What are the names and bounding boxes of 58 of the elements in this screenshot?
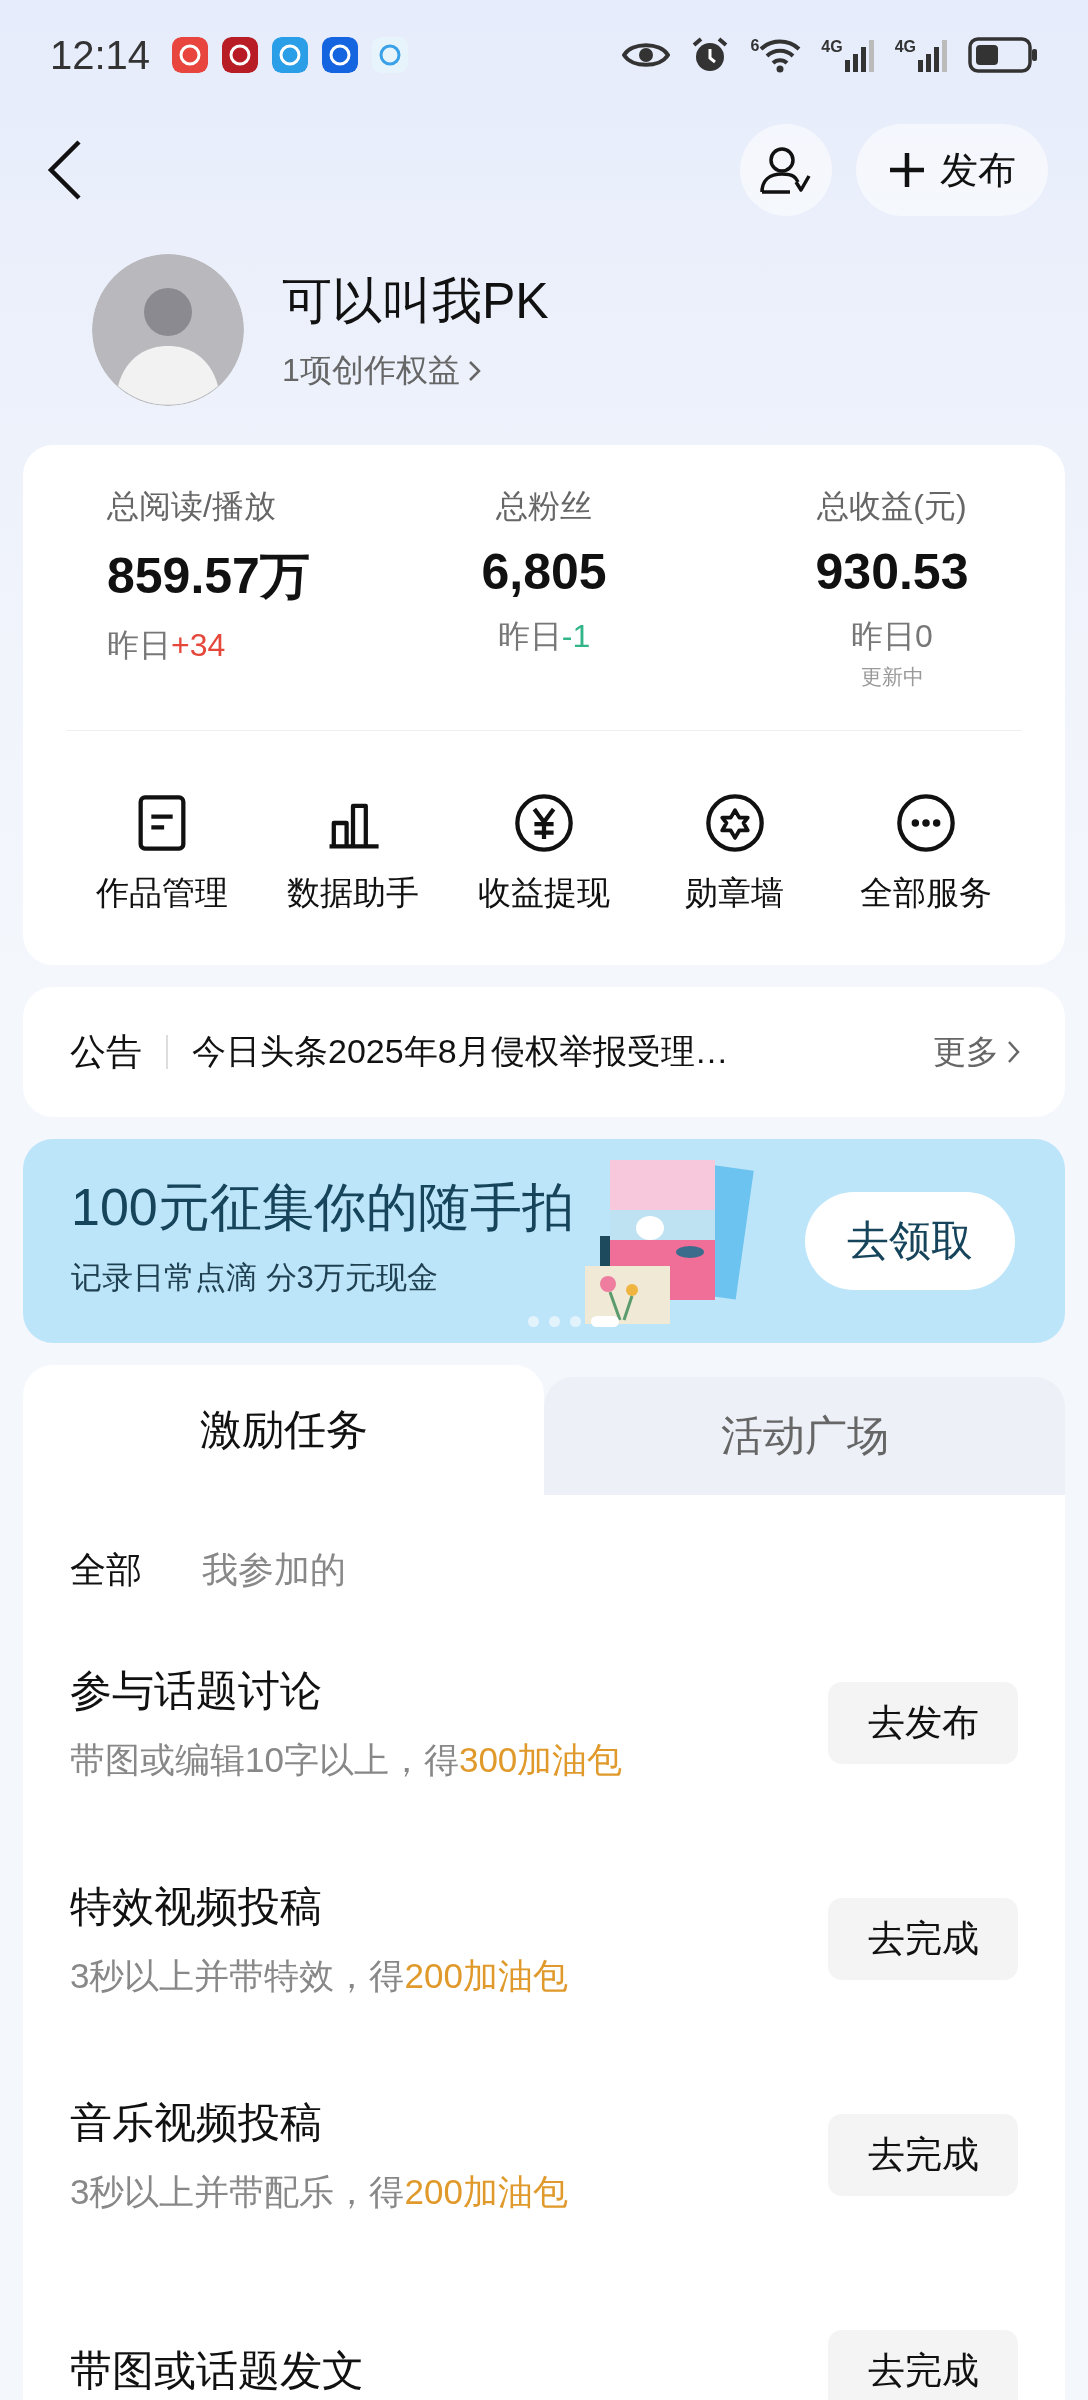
claim-button[interactable]: 去领取 (805, 1192, 1015, 1290)
stat-change: 昨日0 (851, 617, 933, 656)
stat-label: 总收益(元) (817, 487, 967, 526)
network-label: 4G (894, 38, 916, 56)
task-title: 特效视频投稿 (70, 1881, 323, 1932)
task-button[interactable]: 去发布 (828, 1682, 1018, 1764)
signal-icon (918, 38, 948, 72)
stat-label: 总粉丝 (496, 487, 592, 526)
service-item[interactable]: 全部服务 (830, 791, 1021, 916)
filter-tab[interactable]: 我参加的 (202, 1545, 346, 1595)
task-button[interactable]: 去完成 (828, 1898, 1018, 1980)
notice-bar[interactable]: 公告 今日头条2025年8月侵权举报受理… 更多 (23, 987, 1065, 1117)
app-notification-icon (322, 37, 359, 73)
yen-icon (512, 791, 576, 855)
task-title: 参与话题讨论 (70, 1665, 323, 1716)
task-description: 3秒以上并带特效，得200加油包 (70, 1954, 569, 1997)
app-notification-icon (222, 37, 259, 73)
stat-change: 昨日+34 (107, 626, 226, 665)
stat-note: 更新中 (860, 664, 924, 690)
app-notification-icon (172, 37, 209, 73)
battery-icon (968, 37, 1038, 73)
app-notification-icon (272, 37, 309, 73)
task-title: 音乐视频投稿 (70, 2097, 323, 2148)
task-button[interactable]: 去完成 (828, 2114, 1018, 2196)
task-description: 带图或编辑10字以上，得300加油包 (70, 1738, 624, 1781)
task-button[interactable]: 去完成 (828, 2330, 1018, 2400)
plus-icon (888, 151, 926, 189)
banner-title: 100元征集你的随手拍 (71, 1177, 574, 1238)
network-label: 6 (750, 37, 760, 55)
stat-change: 昨日-1 (497, 617, 591, 656)
user-name: 可以叫我PK (282, 271, 549, 331)
service-item[interactable]: 数据助手 (257, 791, 449, 916)
chevron-icon (467, 358, 482, 383)
benefits-link[interactable]: 1项创作权益 (282, 348, 482, 393)
stat-value: 930.53 (815, 543, 969, 601)
stat-value: 859.57万 (107, 547, 310, 606)
task-title: 带图或话题发文 (70, 2346, 365, 2396)
task-description: 3秒以上并带配乐，得200加油包 (70, 2170, 569, 2213)
chevron-icon (1007, 1039, 1021, 1065)
stat-value: 6,805 (481, 543, 607, 601)
service-item[interactable]: 收益提现 (448, 791, 640, 916)
stat-label: 总阅读/播放 (107, 487, 276, 526)
more-link[interactable]: 更多 (933, 1029, 1021, 1075)
service-item[interactable]: 勋章墙 (639, 791, 831, 916)
banner-subtitle: 记录日常点滴 分3万元现金 (71, 1259, 439, 1297)
app-notification-icon (372, 37, 409, 73)
wifi-icon (759, 37, 802, 73)
tab[interactable]: 活动广场 (544, 1377, 1065, 1495)
notice-text: 今日头条2025年8月侵权举报受理… (192, 1031, 730, 1072)
signal-icon (844, 38, 875, 72)
service-item[interactable]: 作品管理 (67, 791, 258, 916)
network-label: 4G (821, 38, 843, 56)
notice-label: 公告 (70, 1029, 142, 1074)
promo-banner[interactable]: 100元征集你的随手拍 记录日常点滴 分3万元现金 去领取 (23, 1139, 1065, 1343)
publish-button[interactable]: 发布 (856, 124, 1048, 216)
filter-tab[interactable]: 全部 (70, 1545, 142, 1595)
clock-time: 12:14 (50, 32, 151, 78)
tab[interactable]: 激励任务 (23, 1365, 544, 1495)
